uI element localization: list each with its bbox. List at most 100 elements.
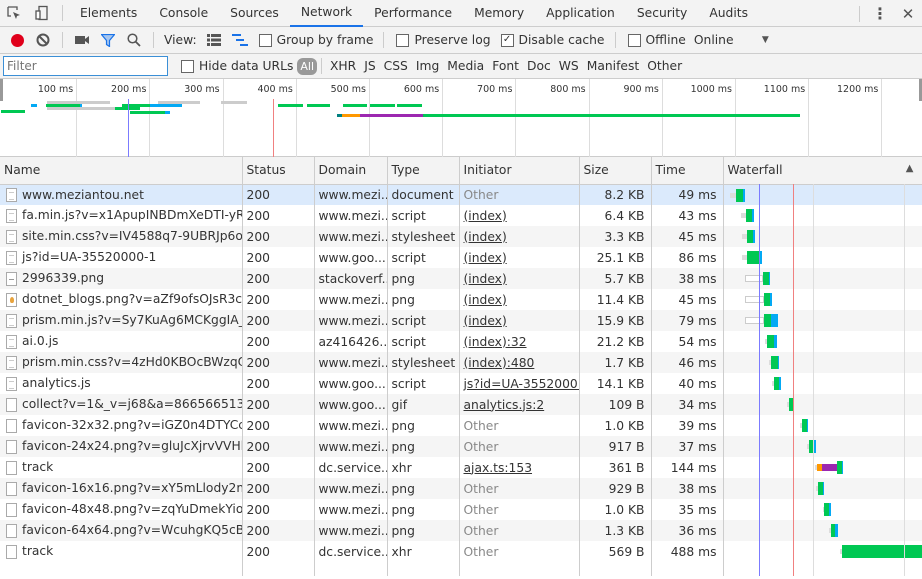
- request-row[interactable]: prism.min.css?v=4zHd0KBOcBWzqQV... 200 www…: [0, 352, 922, 373]
- request-row[interactable]: fa.min.js?v=x1ApupINBDmXeDTI-yRHK... 200 w…: [0, 205, 922, 226]
- column-header-time[interactable]: Time: [651, 157, 724, 185]
- tab-performance[interactable]: Performance: [363, 0, 463, 27]
- initiator-text[interactable]: (index):480: [464, 356, 535, 370]
- initiator-text[interactable]: (index): [464, 209, 507, 223]
- request-row[interactable]: collect?v=1&_v=j68&a=866566513&t... 200 ww…: [0, 394, 922, 415]
- filter-type-js[interactable]: JS: [360, 59, 379, 73]
- filter-type-font[interactable]: Font: [488, 59, 523, 73]
- name-text[interactable]: favicon-32x32.png?v=iGZ0n4DTYCclW...: [22, 418, 241, 432]
- request-row[interactable]: favicon-32x32.png?v=iGZ0n4DTYCclW... 200 w…: [0, 415, 922, 436]
- overview-handle-left[interactable]: [0, 79, 3, 101]
- overview-toggle-button[interactable]: [227, 27, 253, 53]
- column-header-initiator[interactable]: Initiator: [459, 157, 580, 185]
- request-row[interactable]: prism.min.js?v=Sy7KuAg6MCKggIA_to... 200 w…: [0, 310, 922, 331]
- filter-input[interactable]: [3, 56, 168, 76]
- tab-sources[interactable]: Sources: [219, 0, 290, 27]
- name-text[interactable]: fa.min.js?v=x1ApupINBDmXeDTI-yRHK...: [22, 208, 241, 222]
- filter-type-doc[interactable]: Doc: [523, 59, 555, 73]
- initiator-text[interactable]: analytics.js:2: [464, 398, 545, 412]
- checkbox-box[interactable]: [627, 33, 641, 47]
- name-text[interactable]: www.meziantou.net: [22, 188, 144, 202]
- tab-audits[interactable]: Audits: [698, 0, 759, 27]
- name-text[interactable]: favicon-16x16.png?v=xY5mLlody2mQ...: [22, 481, 241, 495]
- request-row[interactable]: track 200 dc.service... xhr ajax.ts:153 361 B…: [0, 457, 922, 478]
- request-row[interactable]: favicon-24x24.png?v=gluJcXjrvVVHhQ... 200…: [0, 436, 922, 457]
- initiator-text[interactable]: ajax.ts:153: [464, 461, 533, 475]
- group-by-frame-checkbox[interactable]: Group by frame: [253, 33, 378, 47]
- initiator-text[interactable]: (index): [464, 314, 507, 328]
- request-row[interactable]: ai.0.js 200 az416426.... script (index):32 21…: [0, 331, 922, 352]
- search-button[interactable]: [121, 27, 147, 53]
- tab-memory[interactable]: Memory: [463, 0, 535, 27]
- filter-type-other[interactable]: Other: [643, 59, 686, 73]
- filter-type-media[interactable]: Media: [443, 59, 488, 73]
- request-row[interactable]: favicon-16x16.png?v=xY5mLlody2mQ... 200 ww…: [0, 478, 922, 499]
- name-text[interactable]: site.min.css?v=IV4588q7-9UBRJp6oRI-...: [22, 229, 241, 243]
- checkbox-box[interactable]: [258, 33, 272, 47]
- name-text[interactable]: prism.min.js?v=Sy7KuAg6MCKggIA_to...: [22, 313, 241, 327]
- name-text[interactable]: track: [22, 544, 53, 558]
- inspect-element-icon[interactable]: [0, 0, 28, 27]
- name-text[interactable]: 2996339.png: [22, 271, 104, 285]
- tab-application[interactable]: Application: [535, 0, 626, 27]
- throttling-select[interactable]: Online ▼: [690, 33, 769, 47]
- request-row[interactable]: 2996339.png 200 stackoverf... png (index) 5.7…: [0, 268, 922, 289]
- more-options-icon[interactable]: ⋮: [866, 0, 894, 27]
- filter-type-all[interactable]: All: [297, 57, 317, 75]
- column-header-waterfall[interactable]: Waterfall ▲: [723, 157, 922, 185]
- hide-data-urls-checkbox[interactable]: Hide data URLs: [175, 59, 297, 73]
- device-toolbar-icon[interactable]: [28, 0, 56, 27]
- name-text[interactable]: favicon-48x48.png?v=zqYuDmekYiorJk...: [22, 502, 241, 516]
- tab-elements[interactable]: Elements: [69, 0, 148, 27]
- initiator-text[interactable]: (index): [464, 230, 507, 244]
- initiator-text[interactable]: (index): [464, 272, 507, 286]
- name-text[interactable]: favicon-64x64.png?v=WcuhgKQ5cBbp...: [22, 523, 241, 537]
- preserve-log-checkbox[interactable]: Preserve log: [390, 33, 494, 47]
- column-header-name[interactable]: Name: [0, 157, 243, 185]
- checkbox-box[interactable]: [396, 33, 410, 47]
- request-row[interactable]: www.meziantou.net 200 www.mezi... document O…: [0, 184, 922, 205]
- request-row[interactable]: js?id=UA-35520000-1 200 www.goo... script (i…: [0, 247, 922, 268]
- name-text[interactable]: ai.0.js: [22, 334, 58, 348]
- column-header-type[interactable]: Type: [387, 157, 460, 185]
- initiator-text[interactable]: (index): [464, 293, 507, 307]
- name-text[interactable]: prism.min.css?v=4zHd0KBOcBWzqQV...: [22, 355, 241, 369]
- name-text[interactable]: collect?v=1&_v=j68&a=866566513&t...: [22, 397, 241, 411]
- checkbox-box[interactable]: [181, 59, 194, 73]
- column-header-size[interactable]: Size: [579, 157, 652, 185]
- record-button[interactable]: [4, 27, 30, 53]
- filter-type-css[interactable]: CSS: [380, 59, 412, 73]
- filter-type-ws[interactable]: WS: [555, 59, 583, 73]
- tab-network[interactable]: Network: [289, 0, 364, 27]
- request-row[interactable]: favicon-64x64.png?v=WcuhgKQ5cBbp... 200 ww…: [0, 520, 922, 541]
- request-row[interactable]: favicon-48x48.png?v=zqYuDmekYiorJk... 200…: [0, 499, 922, 520]
- request-row[interactable]: track 200 dc.service... xhr Other 569 B 488 ms: [0, 541, 922, 562]
- column-header-domain[interactable]: Domain: [314, 157, 388, 185]
- filter-type-manifest[interactable]: Manifest: [583, 59, 643, 73]
- request-row[interactable]: dotnet_blogs.png?v=aZf9ofsOJsR3cjyp... 20…: [0, 289, 922, 310]
- initiator-text[interactable]: js?id=UA-3552000...: [464, 377, 579, 391]
- large-rows-button[interactable]: [201, 27, 227, 53]
- close-icon[interactable]: ✕: [894, 0, 922, 27]
- clear-button[interactable]: [30, 27, 56, 53]
- checkbox-checked[interactable]: ✓: [500, 33, 514, 47]
- request-row[interactable]: site.min.css?v=IV4588q7-9UBRJp6oRI-... 20…: [0, 226, 922, 247]
- name-text[interactable]: dotnet_blogs.png?v=aZf9ofsOJsR3cjyp...: [22, 292, 241, 306]
- overview-timeline[interactable]: 100 ms 200 ms 300 ms 400 ms 500 ms 600 ms 700 …: [0, 79, 922, 157]
- name-text[interactable]: analytics.js: [22, 376, 91, 390]
- filter-toggle-button[interactable]: [95, 27, 121, 53]
- filter-type-xhr[interactable]: XHR: [326, 59, 360, 73]
- request-row[interactable]: analytics.js 200 www.goo... script js?id=UA-…: [0, 373, 922, 394]
- name-text[interactable]: favicon-24x24.png?v=gluJcXjrvVVHhQ...: [22, 439, 241, 453]
- tab-security[interactable]: Security: [626, 0, 699, 27]
- capture-screenshots-button[interactable]: [69, 27, 95, 53]
- initiator-text[interactable]: (index):32: [464, 335, 527, 349]
- filter-type-img[interactable]: Img: [412, 59, 443, 73]
- tab-console[interactable]: Console: [148, 0, 219, 27]
- column-header-status[interactable]: Status: [242, 157, 315, 185]
- offline-checkbox[interactable]: Offline: [622, 33, 690, 47]
- name-text[interactable]: track: [22, 460, 53, 474]
- disable-cache-checkbox[interactable]: ✓ Disable cache: [495, 33, 609, 47]
- name-text[interactable]: js?id=UA-35520000-1: [22, 250, 156, 264]
- initiator-text[interactable]: (index): [464, 251, 507, 265]
